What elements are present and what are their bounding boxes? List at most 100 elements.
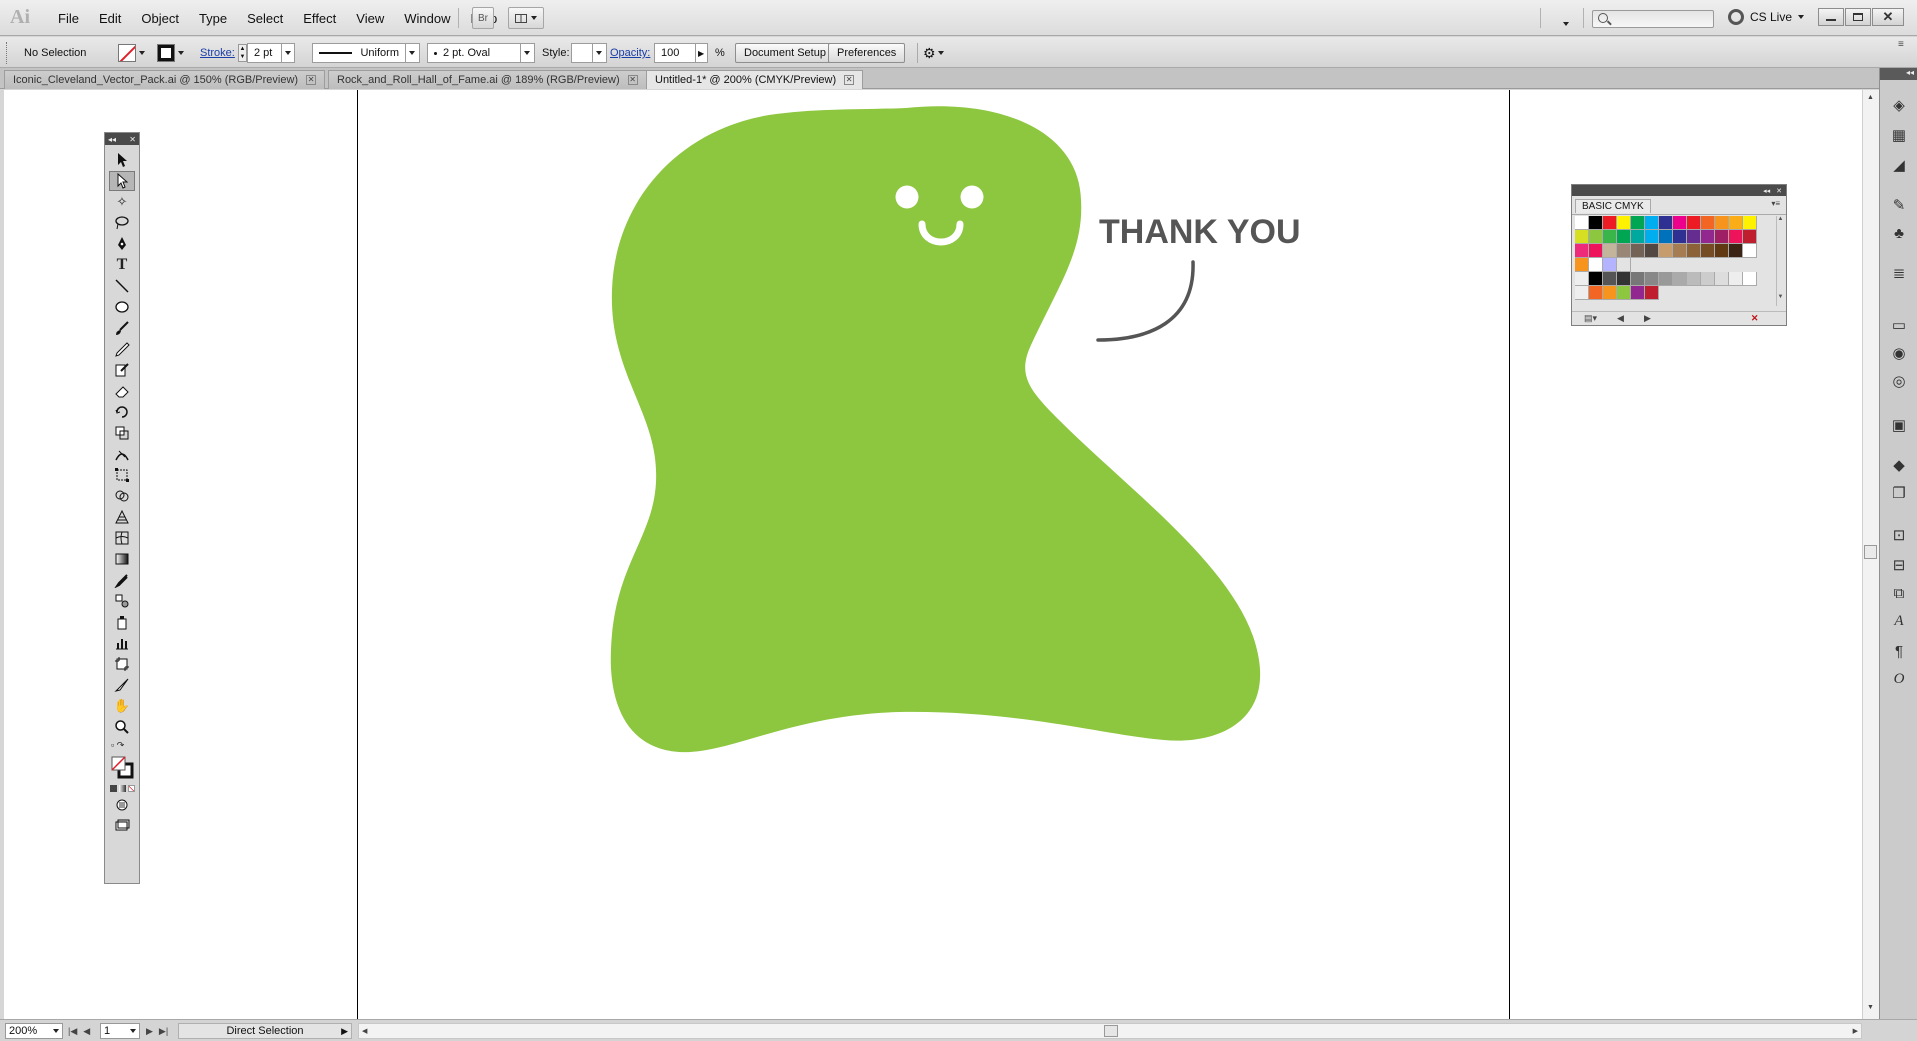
- slice-tool-icon[interactable]: [109, 675, 135, 695]
- graphic-style-dropdown[interactable]: [571, 43, 607, 63]
- last-page-icon[interactable]: ▶|: [159, 1026, 168, 1037]
- color-swatch[interactable]: [1729, 244, 1743, 258]
- pen-tool-icon[interactable]: [109, 234, 135, 254]
- close-icon[interactable]: ✕: [129, 135, 136, 144]
- ellipse-tool-icon[interactable]: [109, 297, 135, 317]
- hand-tool-icon[interactable]: ✋: [109, 696, 135, 716]
- next-icon[interactable]: ▶: [1644, 313, 1651, 324]
- color-swatch[interactable]: [1575, 244, 1589, 258]
- color-swatch[interactable]: [1673, 272, 1687, 286]
- eraser-tool-icon[interactable]: [109, 381, 135, 401]
- pathfinder-icon[interactable]: ⧉: [1890, 584, 1908, 602]
- none-icon[interactable]: [127, 784, 135, 792]
- selection-tool-icon[interactable]: [109, 150, 135, 170]
- stroke-profile-arrow[interactable]: [406, 43, 420, 63]
- menu-type[interactable]: Type: [189, 9, 237, 28]
- screen-mode-icon[interactable]: [109, 816, 135, 836]
- close-button[interactable]: ✕: [1872, 8, 1904, 26]
- color-swatch[interactable]: [1617, 230, 1631, 244]
- menu-view[interactable]: View: [346, 9, 394, 28]
- color-swatch[interactable]: [1659, 244, 1673, 258]
- workspace-switcher[interactable]: [1563, 15, 1569, 29]
- stroke-weight-field[interactable]: 2 pt: [247, 43, 281, 63]
- close-icon[interactable]: ✕: [1776, 187, 1782, 195]
- next-page-icon[interactable]: ▶: [146, 1026, 153, 1037]
- color-swatch[interactable]: [1617, 286, 1631, 300]
- swatch-grid[interactable]: [1575, 216, 1771, 300]
- tab-iconic-cleveland[interactable]: Iconic_Cleveland_Vector_Pack.ai @ 150% (…: [4, 70, 326, 89]
- first-prev-buttons[interactable]: |◀ ◀: [68, 1023, 90, 1039]
- column-graph-tool-icon[interactable]: [109, 633, 135, 653]
- color-swatch[interactable]: [1659, 216, 1673, 230]
- color-swatch[interactable]: [1645, 216, 1659, 230]
- graphic-styles-icon[interactable]: ▣: [1890, 416, 1908, 434]
- draw-mode-icon[interactable]: [109, 795, 135, 815]
- symbol-sprayer-tool-icon[interactable]: [109, 612, 135, 632]
- symbols-icon[interactable]: ♣: [1890, 224, 1908, 242]
- swatches-tab[interactable]: BASIC CMYK: [1575, 199, 1651, 213]
- layers-icon[interactable]: ◆: [1890, 456, 1908, 474]
- brushes-icon[interactable]: ✎: [1890, 196, 1908, 214]
- color-swatch[interactable]: [1673, 244, 1687, 258]
- color-swatch[interactable]: [1701, 244, 1715, 258]
- color-swatch[interactable]: [1673, 216, 1687, 230]
- vertical-scrollbar[interactable]: ▲ ▼: [1862, 90, 1879, 1019]
- arrange-documents-button[interactable]: [508, 7, 544, 29]
- color-swatch[interactable]: [1645, 230, 1659, 244]
- horizontal-scrollbar[interactable]: ◀ ▶: [358, 1023, 1862, 1039]
- stroke-weight-stepper[interactable]: ▲ ▼ 2 pt: [238, 43, 295, 63]
- color-swatch[interactable]: [1715, 272, 1729, 286]
- color-swatch[interactable]: [1729, 230, 1743, 244]
- color-panel-icon[interactable]: ◢: [1890, 156, 1908, 174]
- color-swatch[interactable]: [1589, 272, 1603, 286]
- color-swatch[interactable]: [1701, 272, 1715, 286]
- color-swatch[interactable]: [1617, 244, 1631, 258]
- maximize-button[interactable]: [1845, 8, 1871, 26]
- color-mode-buttons[interactable]: [109, 782, 135, 794]
- color-swatch[interactable]: [1701, 230, 1715, 244]
- brush-definition-dropdown[interactable]: 2 pt. Oval: [427, 43, 535, 63]
- color-swatch[interactable]: [1701, 216, 1715, 230]
- color-swatch[interactable]: [1645, 286, 1659, 300]
- dock-expand-icon[interactable]: ◂◂: [1880, 68, 1917, 80]
- collapse-icon[interactable]: ◂◂: [1763, 187, 1770, 195]
- color-swatch[interactable]: [1687, 272, 1701, 286]
- color-swatch[interactable]: [1631, 272, 1645, 286]
- menu-effect[interactable]: Effect: [293, 9, 346, 28]
- color-swatch[interactable]: [1575, 272, 1589, 286]
- swatch-scrollbar[interactable]: ▲ ▼: [1776, 216, 1784, 306]
- opacity-input[interactable]: 100 ▶: [654, 43, 708, 63]
- menu-edit[interactable]: Edit: [89, 9, 131, 28]
- scale-tool-icon[interactable]: [109, 423, 135, 443]
- color-swatch[interactable]: [1589, 244, 1603, 258]
- color-swatch[interactable]: [1743, 244, 1757, 258]
- menu-object[interactable]: Object: [131, 9, 189, 28]
- align-icon[interactable]: ⊟: [1890, 556, 1908, 574]
- cs-live-menu[interactable]: CS Live: [1728, 9, 1805, 25]
- zoom-dropdown[interactable]: 200%: [5, 1023, 63, 1039]
- color-swatch[interactable]: [1715, 244, 1729, 258]
- scroll-down-icon[interactable]: ▼: [1867, 1004, 1874, 1011]
- green-blob-shape[interactable]: [610, 106, 1261, 753]
- gradient-icon[interactable]: [118, 784, 126, 792]
- color-swatch[interactable]: [1729, 216, 1743, 230]
- document-setup-button[interactable]: Document Setup: [735, 43, 835, 63]
- close-icon[interactable]: ✕: [627, 75, 638, 85]
- color-swatch[interactable]: [1645, 272, 1659, 286]
- panel-menu-icon[interactable]: ≡: [1898, 39, 1904, 50]
- color-swatch[interactable]: [1645, 244, 1659, 258]
- color-swatch[interactable]: [1575, 286, 1589, 300]
- gradient-tool-icon[interactable]: [109, 549, 135, 569]
- color-guide-icon[interactable]: ◈: [1890, 96, 1908, 114]
- scroll-up-icon[interactable]: ▲: [1867, 94, 1874, 101]
- blob-brush-tool-icon[interactable]: [109, 360, 135, 380]
- tools-panel-header[interactable]: ◂◂ ✕: [105, 133, 139, 145]
- opacity-slider-arrow[interactable]: ▶: [696, 43, 708, 63]
- artboard-tool-icon[interactable]: [109, 654, 135, 674]
- collapse-icon[interactable]: ◂◂: [108, 135, 116, 144]
- fill-stroke-indicator[interactable]: [109, 753, 135, 781]
- scroll-thumb[interactable]: [1104, 1025, 1118, 1037]
- color-swatch[interactable]: [1743, 272, 1757, 286]
- color-swatch[interactable]: [1631, 244, 1645, 258]
- next-last-buttons[interactable]: ▶ ▶|: [146, 1023, 168, 1039]
